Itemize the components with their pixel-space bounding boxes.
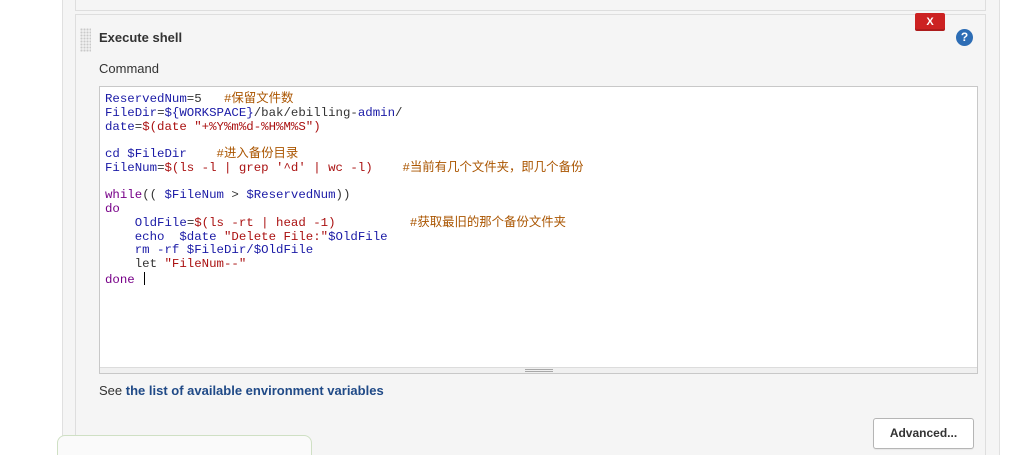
add-build-step-popup [57,435,312,455]
code-line: OldFile=$(ls -rt | head -1) #获取最旧的那个备份文件… [105,216,566,230]
text-caret [144,271,146,285]
code-token: done [105,272,135,287]
code-token: FileDir [105,105,158,120]
code-token: $(ls -l | grep '^d' | wc -l) [164,160,373,175]
resize-grip-icon [525,369,553,372]
code-line: while(( $FileNum > $ReservedNum)) [105,188,350,202]
code-line: do [105,202,120,216]
code-token: "Delete File:" [223,229,329,244]
advanced-button[interactable]: Advanced... [873,418,974,449]
grip-dots-icon[interactable] [80,28,91,52]
code-token: =5 [186,92,224,106]
code-token: #当前有几个文件夹，即几个备份 [402,160,584,175]
code-line: ReservedNum=5 #保留文件数 [105,92,293,106]
code-token: = [157,160,165,175]
code-token: cd $FileDir [105,147,187,161]
command-code[interactable]: ReservedNum=5 #保留文件数 FileDir=${WORKSPACE… [105,92,583,288]
textarea-resize-handle[interactable] [100,367,977,373]
build-step-title: Execute shell [99,30,183,45]
previous-build-step [75,0,986,11]
code-token: let [105,257,165,271]
code-line: FileNum=$(ls -l | grep '^d' | wc -l) #当前… [105,161,583,175]
code-line: cd $FileDir #进入备份目录 [105,147,298,161]
delete-step-button[interactable]: X [915,13,945,31]
code-token: (( [142,188,165,203]
code-token: ReservedNum [105,92,187,106]
code-token: #保留文件数 [223,92,294,106]
code-token: FileNum [105,160,158,175]
code-line: done [105,271,146,287]
code-token: $ReservedNum [246,188,336,203]
env-vars-link[interactable]: the list of available environment variab… [126,383,384,398]
env-vars-prefix: See [99,383,126,398]
code-token: date [105,119,135,134]
code-token: admin [357,105,396,120]
code-token: /bak/ebilling- [253,105,358,120]
code-token: $(ls -rt | head -1) [194,215,336,230]
code-line: rm -rf $FileDir/$OldFile [105,243,313,257]
code-line: echo $date "Delete File:"$OldFile [105,230,388,244]
code-token: echo $date [134,229,224,244]
help-circle-icon[interactable]: ? [956,29,973,46]
close-icon: X [926,16,934,28]
jenkins-config-page: Execute shell X ? Command ReservedNum=5 … [0,0,1024,455]
code-token: $(date "+%Y%m%d-%H%M%S") [142,119,321,134]
code-line: let "FileNum--" [105,257,247,271]
code-token: #进入备份目录 [216,147,299,161]
code-token: $OldFile [328,229,388,244]
code-line: FileDir=${WORKSPACE}/bak/ebilling-admin/ [105,106,402,120]
code-token: ${WORKSPACE} [164,105,254,120]
code-token: $FileNum [164,188,225,203]
command-label: Command [99,61,159,76]
code-line: date=$(date "+%Y%m%d-%H%M%S") [105,120,321,134]
code-token: do [105,202,120,216]
code-token: while [105,188,143,203]
code-token: #获取最旧的那个备份文件夹 [409,215,567,230]
code-token: rm -rf $FileDir/$OldFile [134,243,314,258]
code-token: = [157,105,165,120]
code-token: / [395,105,403,120]
code-token: "FileNum--" [164,257,247,271]
env-vars-hint: See the list of available environment va… [99,383,384,398]
command-textarea[interactable]: ReservedNum=5 #保留文件数 FileDir=${WORKSPACE… [99,86,978,374]
code-token: > [224,188,247,203]
code-token: OldFile [134,215,187,230]
code-token: )) [335,188,351,203]
